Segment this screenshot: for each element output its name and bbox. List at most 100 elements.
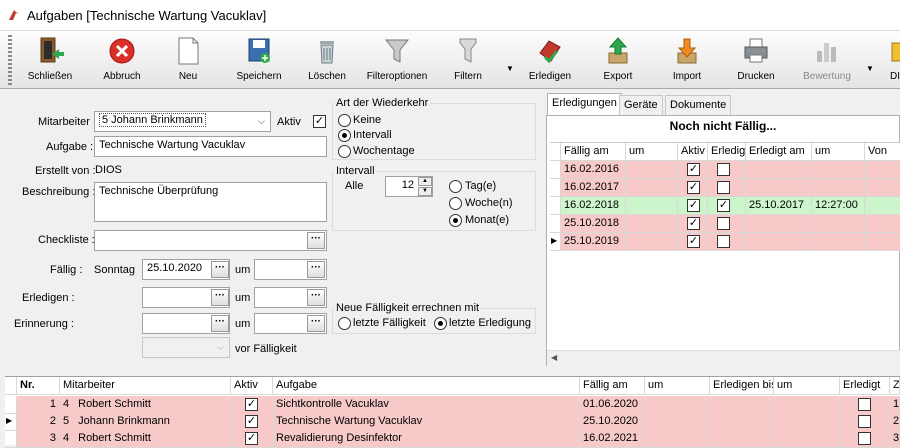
erledigung-aktiv-checkbox[interactable]: ✓ bbox=[687, 199, 700, 212]
aufgaben-cell-um[interactable] bbox=[645, 413, 710, 431]
aufgaben-cell-aufgabe[interactable]: Sichtkontrolle Vacuklav bbox=[273, 396, 580, 414]
toolbar-grip[interactable] bbox=[8, 35, 12, 85]
tab-dokumente[interactable]: Dokumente bbox=[665, 95, 732, 115]
erledigungen-column-header[interactable]: um bbox=[812, 143, 865, 161]
erledigungen-cell[interactable] bbox=[746, 161, 812, 179]
aufgaben-cell-faellig[interactable]: 16.02.2021 bbox=[580, 430, 645, 448]
erledigungen-cell[interactable] bbox=[865, 215, 900, 233]
erledigungen-cell[interactable] bbox=[865, 179, 900, 197]
intervall-down-button[interactable]: ▼ bbox=[418, 187, 432, 196]
save-button[interactable]: Speichern bbox=[233, 33, 285, 87]
erledigen-date-picker-button[interactable]: ··· bbox=[211, 289, 229, 306]
aufgaben-cell-um2[interactable] bbox=[774, 396, 840, 414]
import-button[interactable]: Import bbox=[665, 33, 709, 87]
aufgaben-cell-nr[interactable]: 3 bbox=[17, 430, 60, 448]
wiederkehr-radio-wochentage[interactable] bbox=[338, 145, 351, 158]
erledigungen-cell[interactable]: 25.10.2018 bbox=[561, 215, 626, 233]
erinnerung-time-picker-button[interactable]: ··· bbox=[307, 315, 325, 332]
tab-erledigungen[interactable]: Erledigungen bbox=[547, 93, 622, 116]
aufgaben-cell-nr[interactable]: 2 bbox=[17, 413, 60, 431]
aufgaben-cell-mitarbeiter[interactable]: 4 Robert Schmitt bbox=[60, 430, 231, 448]
aufgaben-cell-aufgabe[interactable]: Revalidierung Desinfektor bbox=[273, 430, 580, 448]
erledigungen-cell[interactable] bbox=[626, 197, 678, 215]
erledigungen-cell[interactable] bbox=[812, 233, 865, 251]
erinnerung-offset-dropdown-icon[interactable]: ⌵ bbox=[217, 342, 224, 353]
erledigungen-cell[interactable]: ✓ bbox=[678, 197, 708, 215]
erledigungen-cell[interactable]: ✓ bbox=[678, 161, 708, 179]
aufgabe-aktiv-checkbox[interactable]: ✓ bbox=[245, 432, 258, 445]
aufgaben-cell-faellig[interactable]: 01.06.2020 bbox=[580, 396, 645, 414]
aufgaben-cell-nr[interactable]: 1 bbox=[17, 396, 60, 414]
aufgaben-cell-erledigt[interactable] bbox=[840, 430, 890, 448]
mitarbeiter-select[interactable]: 5 Johann Brinkmann bbox=[94, 111, 271, 132]
erledigungen-cell[interactable] bbox=[812, 215, 865, 233]
filter-button[interactable]: Filtern bbox=[448, 33, 488, 87]
erledigung-erledigt-checkbox[interactable] bbox=[717, 163, 730, 176]
erledigungen-cell[interactable]: 25.10.2017 bbox=[746, 197, 812, 215]
rating-button[interactable]: Bewertung bbox=[800, 33, 854, 87]
erledigungen-cell[interactable]: 25.10.2019 bbox=[561, 233, 626, 251]
erledigungen-cell[interactable] bbox=[708, 161, 746, 179]
aufgaben-cell-um2[interactable] bbox=[774, 430, 840, 448]
faellig-time-picker-button[interactable]: ··· bbox=[307, 261, 325, 278]
intervall-radio-monate[interactable] bbox=[449, 214, 462, 227]
checkliste-browse-button[interactable]: ··· bbox=[307, 232, 325, 249]
erledigungen-cell[interactable] bbox=[746, 233, 812, 251]
export-button[interactable]: Export bbox=[596, 33, 640, 87]
complete-button[interactable]: Erledigen bbox=[524, 33, 576, 87]
aufgaben-cell-z[interactable]: 1 bbox=[890, 396, 900, 414]
aufgaben-cell-aktiv[interactable]: ✓ bbox=[231, 430, 273, 448]
checkliste-input[interactable] bbox=[94, 230, 327, 251]
erledigung-erledigt-checkbox[interactable]: ✓ bbox=[717, 199, 730, 212]
mitarbeiter-dropdown-icon[interactable]: ⌵ bbox=[258, 116, 265, 127]
aufgaben-cell-mitarbeiter[interactable]: 5 Johann Brinkmann bbox=[60, 413, 231, 431]
erledigungen-column-header[interactable]: Fällig am bbox=[561, 143, 626, 161]
erledigung-aktiv-checkbox[interactable]: ✓ bbox=[687, 235, 700, 248]
erledigung-aktiv-checkbox[interactable]: ✓ bbox=[687, 217, 700, 230]
erledigungen-cell[interactable] bbox=[626, 215, 678, 233]
aufgaben-column-header[interactable]: Aufgabe bbox=[273, 377, 580, 395]
aufgabe-aktiv-checkbox[interactable]: ✓ bbox=[245, 415, 258, 428]
intervall-radio-wochen[interactable] bbox=[449, 197, 462, 210]
wiederkehr-radio-keine[interactable] bbox=[338, 114, 351, 127]
aufgaben-column-header[interactable]: Z bbox=[890, 377, 900, 395]
cancel-button[interactable]: Abbruch bbox=[94, 33, 150, 87]
aufgaben-cell-um[interactable] bbox=[645, 430, 710, 448]
erledigungen-column-header[interactable]: Von bbox=[865, 143, 900, 161]
tab-geraete[interactable]: Geräte bbox=[619, 95, 663, 115]
erledigungen-cell[interactable]: 12:27:00 bbox=[812, 197, 865, 215]
erledigung-aktiv-checkbox[interactable]: ✓ bbox=[687, 181, 700, 194]
faellig-date-picker-button[interactable]: ··· bbox=[211, 261, 229, 278]
erledigung-erledigt-checkbox[interactable] bbox=[717, 235, 730, 248]
erledigungen-column-header[interactable]: Erledigt bbox=[708, 143, 746, 161]
filter-options-button[interactable]: Filteroptionen bbox=[364, 33, 430, 87]
aktiv-checkbox[interactable]: ✓ bbox=[313, 115, 326, 128]
aufgabe-erledigt-checkbox[interactable] bbox=[858, 432, 871, 445]
erledigungen-cell[interactable]: ✓ bbox=[708, 197, 746, 215]
delete-button[interactable]: Löschen bbox=[305, 33, 349, 87]
di-button[interactable]: DI bbox=[882, 33, 900, 87]
erledigungen-cell[interactable]: ✓ bbox=[678, 233, 708, 251]
erledigungen-cell[interactable] bbox=[812, 179, 865, 197]
aufgaben-cell-aktiv[interactable]: ✓ bbox=[231, 413, 273, 431]
erledigung-aktiv-checkbox[interactable]: ✓ bbox=[687, 163, 700, 176]
erledigen-time-picker-button[interactable]: ··· bbox=[307, 289, 325, 306]
aufgabe-aktiv-checkbox[interactable]: ✓ bbox=[245, 398, 258, 411]
print-button[interactable]: Drucken bbox=[734, 33, 778, 87]
erledigungen-cell[interactable] bbox=[708, 233, 746, 251]
aufgabe-erledigt-checkbox[interactable] bbox=[858, 415, 871, 428]
aufgaben-column-header[interactable]: Fällig am bbox=[580, 377, 645, 395]
aufgabe-erledigt-checkbox[interactable] bbox=[858, 398, 871, 411]
erledigungen-column-header[interactable]: Aktiv bbox=[678, 143, 708, 161]
aufgaben-column-header[interactable]: um bbox=[774, 377, 840, 395]
erledigungen-cell[interactable] bbox=[812, 161, 865, 179]
erledigungen-column-header[interactable]: um bbox=[626, 143, 678, 161]
close-button[interactable]: Schließen bbox=[22, 33, 78, 87]
aufgaben-cell-erledigen-bis[interactable] bbox=[710, 413, 774, 431]
aufgaben-cell-erledigen-bis[interactable] bbox=[710, 430, 774, 448]
aufgaben-cell-z[interactable]: 2 bbox=[890, 413, 900, 431]
erledigung-erledigt-checkbox[interactable] bbox=[717, 181, 730, 194]
aufgaben-cell-erledigt[interactable] bbox=[840, 413, 890, 431]
erledigungen-cell[interactable] bbox=[865, 233, 900, 251]
aufgaben-cell-aktiv[interactable]: ✓ bbox=[231, 396, 273, 414]
